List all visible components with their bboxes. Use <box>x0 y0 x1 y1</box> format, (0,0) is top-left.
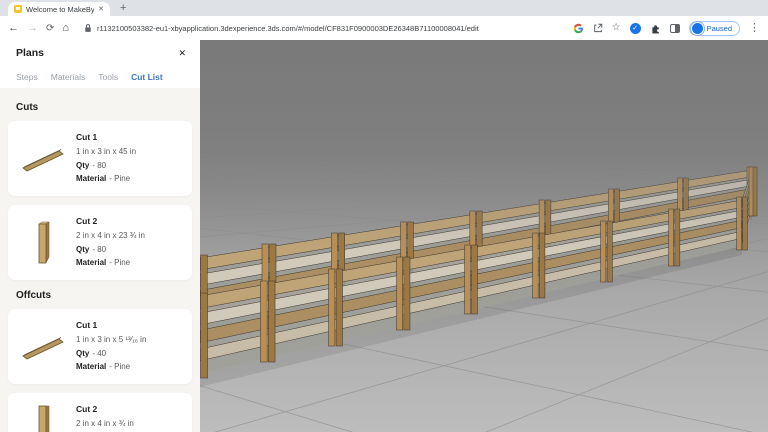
offcuts-heading: Offcuts <box>16 290 184 301</box>
tab-cut-list-label: Cut List <box>131 72 163 82</box>
cuts-heading: Cuts <box>16 102 184 113</box>
cut-dimensions: 2 in x 4 in x 23 ¾ in <box>76 231 182 240</box>
browser-tab[interactable]: Welcome to MakeByMe ✕ <box>8 2 110 16</box>
cut-material: Material- Pine <box>76 174 182 183</box>
share-icon[interactable] <box>593 23 603 33</box>
app-window: Plans ✕ Steps Materials Tools Cut List C… <box>0 40 768 432</box>
tab-strip: Welcome to MakeByMe ✕ + <box>0 0 768 16</box>
browser-toolbar: ← → ⟳ ⌂ r1132100503382-eu1-xbyapplicatio… <box>0 16 768 40</box>
board-diagonal-thumbnail <box>18 318 70 375</box>
back-button[interactable]: ← <box>8 23 19 34</box>
card-text: Cut 2 2 in x 4 in x 23 ¾ in Qty- 80 Mate… <box>76 214 182 271</box>
board-vertical-thumbnail <box>18 214 70 271</box>
cut-card[interactable]: Cut 1 1 in x 3 in x 45 in Qty- 80 Materi… <box>8 121 192 196</box>
bookmark-star-icon[interactable]: ☆ <box>612 23 621 33</box>
panel-header: Plans ✕ <box>0 40 200 64</box>
tab-cut-list[interactable]: Cut List <box>131 72 163 82</box>
3d-viewport[interactable] <box>200 40 768 432</box>
browser-menu-icon[interactable]: ⋮ <box>749 23 760 34</box>
tab-tools[interactable]: Tools <box>98 72 118 82</box>
cut-card[interactable]: Cut 2 2 in x 4 in x 23 ¾ in Qty- 80 Mate… <box>8 205 192 280</box>
card-text: Cut 1 1 in x 3 in x 45 in Qty- 80 Materi… <box>76 130 182 187</box>
profile-paused-label: Paused <box>707 24 732 33</box>
cut-qty: Qty- 80 <box>76 245 182 254</box>
cut-name: Cut 1 <box>76 132 182 142</box>
google-logo-icon[interactable] <box>573 23 584 34</box>
cut-name: Cut 2 <box>76 404 182 414</box>
forward-button[interactable]: → <box>27 23 38 34</box>
cut-material: Material- Pine <box>76 258 182 267</box>
tab-close-icon[interactable]: ✕ <box>98 5 104 13</box>
plans-panel: Plans ✕ Steps Materials Tools Cut List C… <box>0 40 200 432</box>
profile-avatar <box>692 23 703 34</box>
cut-qty: Qty- 80 <box>76 161 182 170</box>
toolbar-right-cluster: ☆ ✓ Paused ⋮ <box>573 21 760 36</box>
offcut-card-clipped[interactable]: Cut 2 2 in x 4 in x ¾ in <box>8 393 192 432</box>
profile-paused-button[interactable]: Paused <box>689 21 740 36</box>
url-text: r1132100503382-eu1-xbyapplication.3dexpe… <box>97 24 479 33</box>
extension-check-icon[interactable]: ✓ <box>630 23 641 34</box>
new-tab-button[interactable]: + <box>120 2 126 14</box>
panel-close-icon[interactable]: ✕ <box>178 48 186 59</box>
cut-name: Cut 2 <box>76 216 182 226</box>
browser-chrome: Welcome to MakeByMe ✕ + ← → ⟳ ⌂ r1132100… <box>0 0 768 40</box>
cut-name: Cut 1 <box>76 320 182 330</box>
side-panel-icon[interactable] <box>670 24 680 33</box>
tab-steps[interactable]: Steps <box>16 72 38 82</box>
cut-dimensions: 1 in x 3 in x 5 ¹³⁄₁₆ in <box>76 335 182 344</box>
address-bar[interactable]: r1132100503382-eu1-xbyapplication.3dexpe… <box>77 20 565 37</box>
tab-materials[interactable]: Materials <box>51 72 85 82</box>
offcut-card[interactable]: Cut 1 1 in x 3 in x 5 ¹³⁄₁₆ in Qty- 40 M… <box>8 309 192 384</box>
lock-icon <box>84 23 92 33</box>
cut-qty: Qty- 40 <box>76 349 182 358</box>
cut-dimensions: 2 in x 4 in x ¾ in <box>76 419 182 428</box>
cut-list-content[interactable]: Cuts Cut 1 1 in x 3 in x 45 in Qty- 80 M <box>0 88 200 432</box>
reload-button[interactable]: ⟳ <box>46 23 54 34</box>
card-text: Cut 1 1 in x 3 in x 5 ¹³⁄₁₆ in Qty- 40 M… <box>76 318 182 375</box>
tab-title: Welcome to MakeByMe <box>26 5 94 14</box>
scene-canvas[interactable] <box>200 40 768 432</box>
extension-puzzle-icon[interactable] <box>650 23 661 34</box>
panel-title: Plans <box>16 47 44 59</box>
board-vertical-thumbnail <box>18 402 70 432</box>
cut-material: Material- Pine <box>76 362 182 371</box>
home-button[interactable]: ⌂ <box>62 23 69 34</box>
panel-tabs: Steps Materials Tools Cut List <box>0 64 200 88</box>
makebyme-favicon-icon <box>14 5 22 13</box>
card-text: Cut 2 2 in x 4 in x ¾ in <box>76 402 182 432</box>
cut-dimensions: 1 in x 3 in x 45 in <box>76 147 182 156</box>
board-diagonal-thumbnail <box>18 130 70 187</box>
